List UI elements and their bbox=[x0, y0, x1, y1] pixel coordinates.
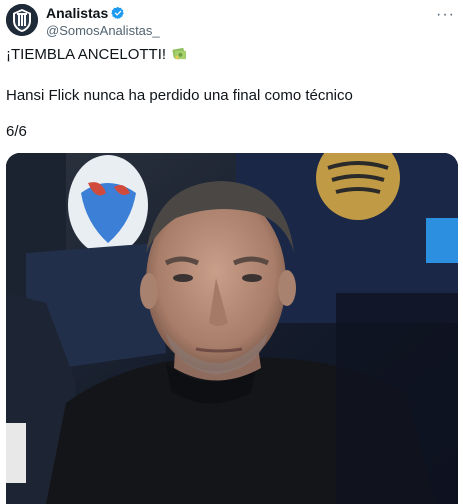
tweet-line-2: Hansi Flick nunca ha perdido una final c… bbox=[6, 87, 353, 104]
money-emoji-icon bbox=[172, 48, 187, 61]
tweet-headline: ¡TIEMBLA ANCELOTTI! bbox=[6, 46, 167, 63]
tweet-photo[interactable] bbox=[6, 153, 458, 504]
tweet-line-1: ¡TIEMBLA ANCELOTTI! bbox=[6, 45, 187, 65]
tweet-line-3: 6/6 bbox=[6, 123, 27, 140]
photo-of-coach bbox=[6, 153, 458, 504]
more-options-icon[interactable]: ··· bbox=[436, 6, 455, 24]
handle[interactable]: @SomosAnalistas_ bbox=[46, 23, 160, 38]
display-name[interactable]: Analistas bbox=[46, 5, 108, 21]
tweet-header: Analistas @SomosAnalistas_ ··· bbox=[6, 4, 455, 38]
verified-badge-icon bbox=[111, 6, 125, 20]
avatar[interactable] bbox=[6, 4, 38, 36]
